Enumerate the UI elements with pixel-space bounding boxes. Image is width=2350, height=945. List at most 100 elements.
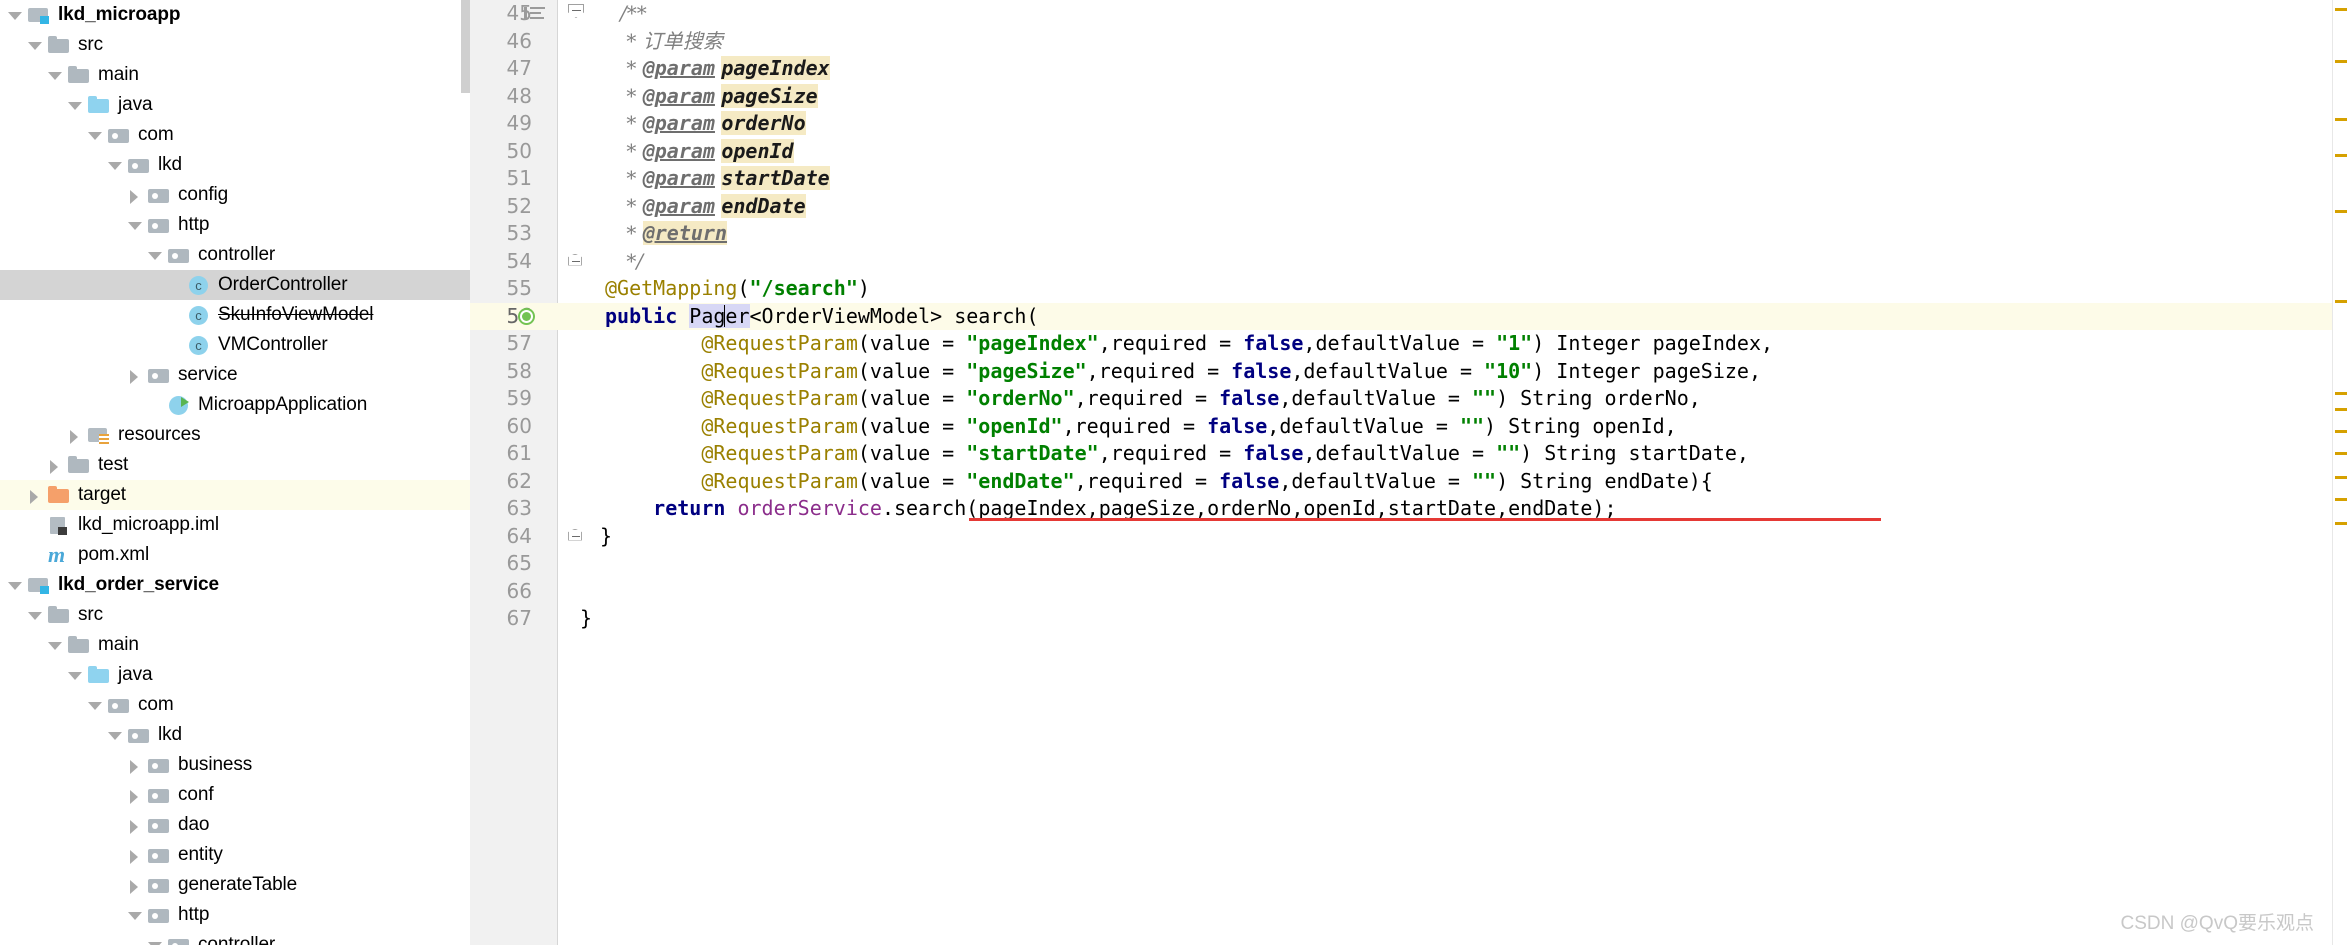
tree-item-test[interactable]: test bbox=[0, 450, 470, 480]
chevron-right-icon[interactable] bbox=[126, 187, 142, 204]
tree-item-main[interactable]: main bbox=[0, 630, 470, 660]
analysis-stripe-mark[interactable] bbox=[2335, 118, 2347, 121]
line-code[interactable]: @RequestParam(value = "pageSize",require… bbox=[605, 358, 1761, 386]
chevron-down-icon[interactable] bbox=[106, 727, 122, 743]
sidebar-scrollbar-thumb[interactable] bbox=[461, 0, 470, 93]
tree-item-controller[interactable]: controller bbox=[0, 930, 470, 945]
chevron-down-icon[interactable] bbox=[106, 157, 122, 173]
chevron-down-icon[interactable] bbox=[66, 667, 82, 683]
tree-item-resources[interactable]: resources bbox=[0, 420, 470, 450]
editor-line-56[interactable]: 56public Pager<OrderViewModel> search( bbox=[470, 302, 2350, 331]
tree-item-generatetable[interactable]: generateTable bbox=[0, 870, 470, 900]
line-code[interactable]: @RequestParam(value = "startDate",requir… bbox=[605, 440, 1749, 468]
tree-item-target[interactable]: target bbox=[0, 480, 470, 510]
editor-line-46[interactable]: 46 * 订单搜索 bbox=[470, 28, 2350, 56]
chevron-down-icon[interactable] bbox=[46, 637, 62, 653]
tree-item-lkd[interactable]: lkd bbox=[0, 150, 470, 180]
analysis-stripe-mark[interactable] bbox=[2335, 408, 2347, 411]
editor-line-60[interactable]: 60 @RequestParam(value = "openId",requir… bbox=[470, 413, 2350, 441]
tree-item-src[interactable]: src bbox=[0, 30, 470, 60]
line-code[interactable]: * @param pageIndex bbox=[620, 55, 830, 83]
line-code[interactable]: * 订单搜索 bbox=[620, 28, 722, 56]
analysis-stripe-mark[interactable] bbox=[2335, 452, 2347, 455]
line-code[interactable]: * @return bbox=[620, 220, 728, 248]
editor-line-49[interactable]: 49 * @param orderNo bbox=[470, 110, 2350, 138]
editor-lines[interactable]: 45/** 46 * 订单搜索 47 * @param pageIndex 48 * … bbox=[470, 0, 2350, 945]
tree-item-lkd-microapp[interactable]: lkd_microapp bbox=[0, 0, 470, 30]
fold-start-marker[interactable] bbox=[566, 0, 586, 28]
line-code[interactable]: * @param pageSize bbox=[620, 83, 818, 111]
line-code[interactable]: * @param openId bbox=[620, 138, 794, 166]
sidebar-scrollbar[interactable] bbox=[461, 0, 470, 945]
tree-item-service[interactable]: service bbox=[0, 360, 470, 390]
editor-line-53[interactable]: 53 * @return bbox=[470, 220, 2350, 248]
line-code[interactable]: @RequestParam(value = "openId",required … bbox=[605, 413, 1676, 441]
editor-line-54[interactable]: 54 */ bbox=[470, 248, 2350, 276]
analysis-stripe-mark[interactable] bbox=[2335, 300, 2347, 303]
editor-line-65[interactable]: 65 bbox=[470, 550, 2350, 578]
tree-item-com[interactable]: com bbox=[0, 120, 470, 150]
chevron-right-icon[interactable] bbox=[126, 877, 142, 894]
editor-line-59[interactable]: 59 @RequestParam(value = "orderNo",requi… bbox=[470, 385, 2350, 413]
tree-item-entity[interactable]: entity bbox=[0, 840, 470, 870]
fold-end-marker[interactable] bbox=[566, 248, 586, 276]
editor-line-57[interactable]: 57 @RequestParam(value = "pageIndex",req… bbox=[470, 330, 2350, 358]
chevron-right-icon[interactable] bbox=[46, 457, 62, 474]
line-code[interactable]: public Pager<OrderViewModel> search( bbox=[605, 303, 1039, 331]
analysis-stripe-mark[interactable] bbox=[2335, 154, 2347, 157]
line-code[interactable]: @GetMapping("/search") bbox=[605, 275, 870, 303]
line-code[interactable]: @RequestParam(value = "pageIndex",requir… bbox=[605, 330, 1773, 358]
spring-mapping-gutter-icon[interactable] bbox=[518, 307, 538, 327]
chevron-down-icon[interactable] bbox=[86, 697, 102, 713]
tree-item-lkd-order-service[interactable]: lkd_order_service bbox=[0, 570, 470, 600]
tree-item-lkd-microapp-iml[interactable]: lkd_microapp.iml bbox=[0, 510, 470, 540]
editor-line-67[interactable]: 67} bbox=[470, 605, 2350, 633]
tree-item-microappapplication[interactable]: MicroappApplication bbox=[0, 390, 470, 420]
analysis-stripe-mark[interactable] bbox=[2335, 60, 2347, 63]
chevron-right-icon[interactable] bbox=[126, 757, 142, 774]
chevron-down-icon[interactable] bbox=[126, 217, 142, 233]
editor-line-52[interactable]: 52 * @param endDate bbox=[470, 193, 2350, 221]
editor-line-50[interactable]: 50 * @param openId bbox=[470, 138, 2350, 166]
chevron-down-icon[interactable] bbox=[86, 127, 102, 143]
line-code[interactable]: */ bbox=[620, 248, 643, 276]
chevron-down-icon[interactable] bbox=[6, 577, 22, 593]
chevron-right-icon[interactable] bbox=[126, 847, 142, 864]
editor-line-58[interactable]: 58 @RequestParam(value = "pageSize",requ… bbox=[470, 358, 2350, 386]
editor-line-66[interactable]: 66 bbox=[470, 578, 2350, 606]
chevron-down-icon[interactable] bbox=[146, 937, 162, 945]
line-code[interactable]: @RequestParam(value = "endDate",required… bbox=[605, 468, 1713, 496]
project-tree[interactable]: lkd_microapp src main java com lkd config http c… bbox=[0, 0, 470, 945]
tree-item-dao[interactable]: dao bbox=[0, 810, 470, 840]
tree-item-http[interactable]: http bbox=[0, 210, 470, 240]
chevron-right-icon[interactable] bbox=[26, 487, 42, 504]
chevron-right-icon[interactable] bbox=[126, 787, 142, 804]
line-code[interactable]: * @param endDate bbox=[620, 193, 806, 221]
line-code[interactable]: /** bbox=[620, 0, 647, 28]
line-code[interactable]: * @param startDate bbox=[620, 165, 830, 193]
tree-item-ordercontroller[interactable]: OrderController bbox=[0, 270, 470, 300]
analysis-stripe-mark[interactable] bbox=[2335, 476, 2347, 479]
fold-method-end-marker[interactable] bbox=[566, 523, 586, 551]
analysis-stripe-mark[interactable] bbox=[2335, 392, 2347, 395]
analysis-stripe-mark[interactable] bbox=[2335, 522, 2347, 525]
chevron-down-icon[interactable] bbox=[66, 97, 82, 113]
editor-line-64[interactable]: 64} bbox=[470, 523, 2350, 551]
editor-line-55[interactable]: 55 @GetMapping("/search") bbox=[470, 275, 2350, 303]
editor-line-48[interactable]: 48 * @param pageSize bbox=[470, 83, 2350, 111]
analysis-stripe-mark[interactable] bbox=[2335, 430, 2347, 433]
tree-item-vmcontroller[interactable]: VMController bbox=[0, 330, 470, 360]
editor-line-45[interactable]: 45 /** bbox=[470, 0, 2350, 28]
analysis-stripe-mark[interactable] bbox=[2335, 210, 2347, 213]
chevron-down-icon[interactable] bbox=[26, 607, 42, 623]
tree-item-config[interactable]: config bbox=[0, 180, 470, 210]
chevron-down-icon[interactable] bbox=[26, 37, 42, 53]
tree-item-http[interactable]: http bbox=[0, 900, 470, 930]
chevron-down-icon[interactable] bbox=[146, 247, 162, 263]
editor-line-62[interactable]: 62 @RequestParam(value = "endDate",requi… bbox=[470, 468, 2350, 496]
analysis-stripe-mark[interactable] bbox=[2335, 498, 2347, 501]
line-code[interactable]: } bbox=[600, 523, 612, 551]
chevron-down-icon[interactable] bbox=[6, 7, 22, 23]
line-code[interactable]: } bbox=[580, 605, 592, 633]
editor-line-61[interactable]: 61 @RequestParam(value = "startDate",req… bbox=[470, 440, 2350, 468]
